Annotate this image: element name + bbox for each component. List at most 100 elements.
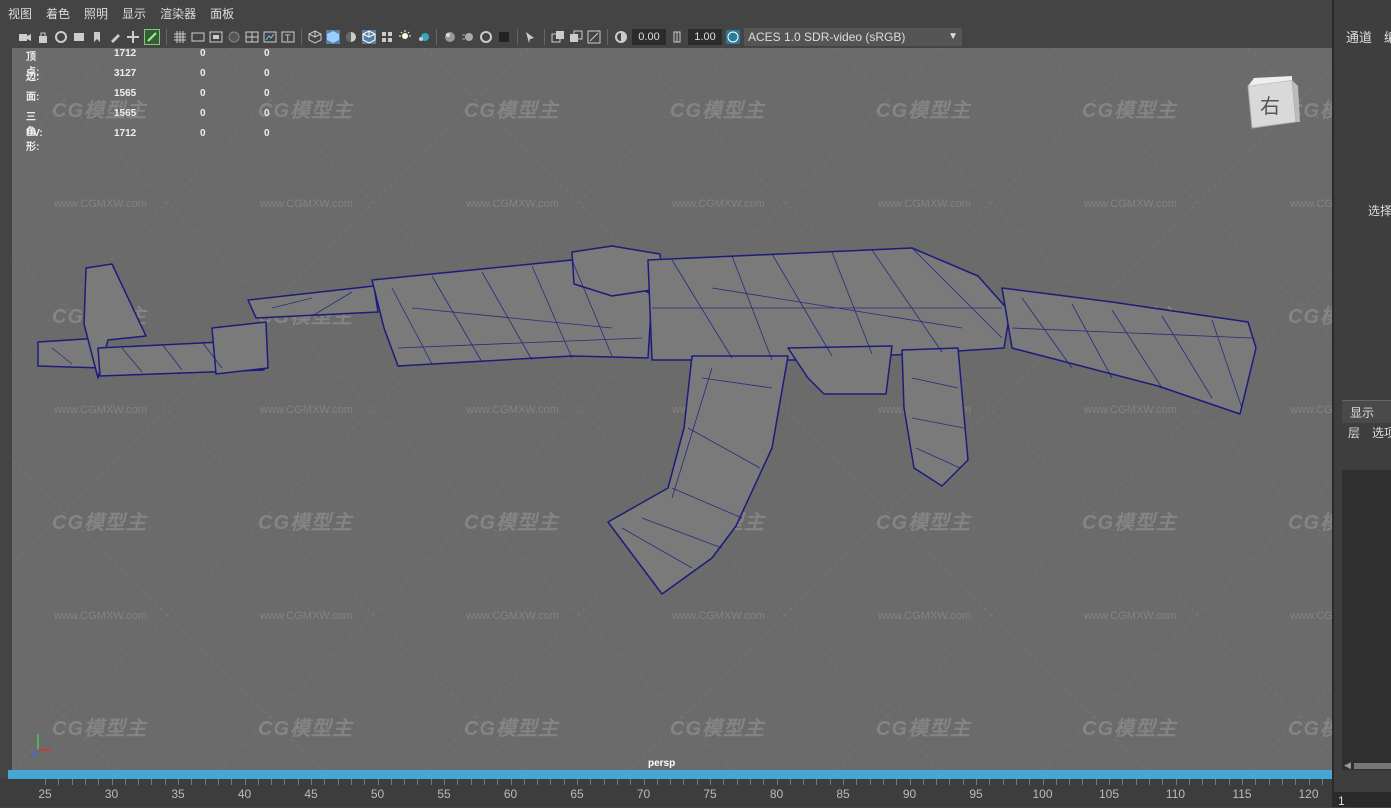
timeline-tick-label: 110 [1165,787,1186,801]
resolution-gate-icon[interactable] [209,30,223,44]
timeline-tick-mark [483,779,485,785]
time-slider[interactable]: 25 30 35 40 45 50 55 60 65 70 75 80 85 90 95 100 105 110 1… [0,779,1363,807]
camera-icon[interactable] [18,30,32,44]
field-chart-icon[interactable] [245,30,259,44]
timeline-tick-mark [84,779,86,785]
xray-joints-icon[interactable] [587,30,601,44]
timeline-tick-label: 105 [1098,787,1120,801]
screen-space-ao-icon[interactable] [443,30,457,44]
menu-view[interactable]: 视图 [8,5,32,22]
menu-panels[interactable]: 面板 [210,5,234,22]
safe-title-icon[interactable]: T [281,30,295,44]
edit-tab[interactable]: 编 [1384,27,1391,46]
gate-mask-icon[interactable] [227,30,241,44]
textured-icon[interactable] [380,30,394,44]
gamma-field[interactable]: 1.00 [688,29,722,45]
gas-tube [247,285,379,319]
menu-renderer[interactable]: 渲染器 [160,5,196,22]
grease-pencil-icon[interactable] [108,30,122,44]
xray-icon[interactable] [551,30,565,44]
timeline-tick-mark [776,779,778,785]
depth-of-field-icon[interactable] [497,30,511,44]
current-frame-value: 1 [1338,794,1345,808]
timeline-tick-mark [710,779,711,785]
film-gate-icon[interactable] [72,30,86,44]
timeline-tick-mark [1002,779,1004,785]
timeline-tick-mark [350,779,352,785]
current-frame-field[interactable]: 1 [1334,792,1391,808]
chevron-down-icon: ▼ [948,31,958,42]
timeline-tick-mark [284,779,286,785]
timeline-tick-mark [470,779,472,785]
timeline-tick-mark [1029,779,1031,785]
default-material-icon[interactable] [344,30,358,44]
timeline-tick-mark [1095,779,1097,785]
timeline-tick-mark [537,779,539,785]
safe-action-icon[interactable] [263,30,277,44]
timeline-tick-label: 60 [503,787,518,801]
menu-lighting[interactable]: 照明 [84,5,108,22]
timeline-tick-mark [630,779,632,785]
wireframe-icon[interactable] [308,30,322,44]
timeline-tick-mark [1242,779,1243,785]
timeline-tick-mark [1308,779,1310,785]
pistol-grip [901,347,969,487]
channels-tab[interactable]: 通道 [1346,27,1372,46]
view-transform-value: ACES 1.0 SDR-video (sRGB) [748,30,906,44]
exposure-icon[interactable] [614,30,628,44]
smooth-shade-icon[interactable] [326,30,340,44]
timeline-tick-mark [789,779,791,785]
timeline-tick-mark [390,779,392,785]
grid-icon[interactable] [173,30,187,44]
viewcube[interactable]: 右 [1244,76,1300,132]
wireframe-on-shaded-icon[interactable] [362,30,376,44]
layers-menu[interactable]: 层 [1348,424,1360,441]
timeline-tick-mark [803,779,805,785]
film-gate-toggle-icon[interactable] [191,30,205,44]
active-panel-bar [8,770,1332,779]
timeline-tick-mark [111,779,113,785]
timeline-tick-label: 40 [237,787,252,801]
bookmark-icon[interactable] [90,30,104,44]
anti-aliasing-icon[interactable] [479,30,493,44]
layer-list[interactable] [1342,470,1391,770]
color-management-icon[interactable] [726,30,740,44]
timeline-tick-mark [98,779,100,785]
timeline-tick-label: 45 [304,787,318,801]
camera-attributes-icon[interactable] [54,30,68,44]
options-menu[interactable]: 选项 [1372,424,1391,441]
motion-blur-icon[interactable] [461,30,475,44]
timeline-tick-mark [337,779,339,785]
gamma-icon[interactable] [670,30,684,44]
timeline-tick-mark [962,779,964,785]
timeline-tick-mark [1148,779,1150,785]
axis-gizmo [31,734,52,757]
timeline-tick-label: 30 [104,787,119,801]
use-all-lights-icon[interactable] [398,30,412,44]
shadows-icon[interactable] [416,30,430,44]
timeline-tick-mark [989,779,991,785]
2d-pan-zoom-icon[interactable] [126,30,140,44]
timeline-tick-mark [896,779,898,785]
timeline-tick-label: 35 [171,787,185,801]
timeline-tick-mark [271,779,273,785]
lock-camera-icon[interactable] [36,30,50,44]
timeline-tick-mark [191,779,193,785]
scroll-left-arrow-icon[interactable]: ◀ [1344,760,1351,771]
isolate-view-icon[interactable] [524,30,538,44]
exposure-field[interactable]: 0.00 [632,29,666,45]
horizontal-scrollbar[interactable] [1354,763,1391,769]
xray-active-icon[interactable] [569,30,583,44]
timeline-tick-mark [936,779,938,785]
timeline-tick-mark [1015,779,1017,785]
view-transform-dropdown[interactable]: ACES 1.0 SDR-video (sRGB) ▼ [744,28,962,46]
timeline-tick-mark [1215,779,1217,785]
menu-shading[interactable]: 着色 [46,5,70,22]
rifle-model[interactable] [12,48,1332,770]
timeline-tick-label: 75 [703,787,717,801]
isolate-select-icon[interactable] [144,29,160,45]
timeline-tick-mark [736,779,738,785]
3d-viewport[interactable]: CG模型主CG模型主CG模型主CG模型主CG模型主CG模型主CG模型主CG模型主… [12,48,1332,770]
display-tab-box[interactable]: 显示 [1342,400,1391,423]
menu-show[interactable]: 显示 [122,5,146,22]
